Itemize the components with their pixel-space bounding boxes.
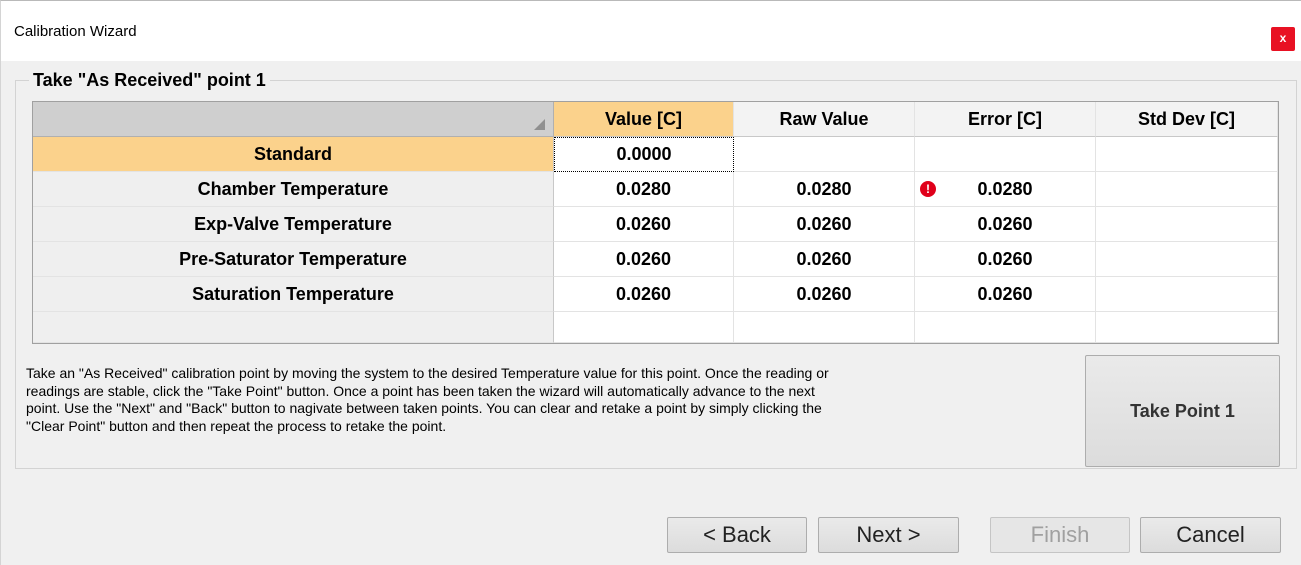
finish-button[interactable]: Finish <box>990 517 1130 553</box>
select-all-icon <box>534 119 545 130</box>
pre-saturator-value-cell[interactable]: 0.0260 <box>554 242 734 277</box>
exp-valve-stddev-cell[interactable] <box>1096 207 1278 242</box>
column-header-raw-value[interactable]: Raw Value <box>734 102 915 137</box>
column-header-value[interactable]: Value [C] <box>554 102 734 137</box>
row-header-pre-saturator-temperature[interactable]: Pre-Saturator Temperature <box>33 242 554 277</box>
saturation-value-cell[interactable]: 0.0260 <box>554 277 734 312</box>
pre-saturator-error-cell[interactable]: 0.0260 <box>915 242 1096 277</box>
back-button[interactable]: < Back <box>667 517 807 553</box>
pre-saturator-stddev-cell[interactable] <box>1096 242 1278 277</box>
close-button[interactable]: x <box>1271 27 1295 51</box>
groupbox-title: Take "As Received" point 1 <box>29 70 270 91</box>
saturation-raw-cell[interactable]: 0.0260 <box>734 277 915 312</box>
standard-value-cell[interactable]: 0.0000 <box>554 137 734 172</box>
empty-raw-cell[interactable] <box>734 312 915 343</box>
row-header-empty[interactable] <box>33 312 554 343</box>
chamber-raw-cell[interactable]: 0.0280 <box>734 172 915 207</box>
row-header-saturation-temperature[interactable]: Saturation Temperature <box>33 277 554 312</box>
title-bar: Calibration Wizard x <box>1 1 1301 61</box>
row-header-exp-valve-temperature[interactable]: Exp-Valve Temperature <box>33 207 554 242</box>
row-header-standard[interactable]: Standard <box>33 137 554 172</box>
empty-error-cell[interactable] <box>915 312 1096 343</box>
empty-value-cell[interactable] <box>554 312 734 343</box>
chamber-error-value: 0.0280 <box>977 178 1033 199</box>
cancel-button[interactable]: Cancel <box>1140 517 1281 553</box>
take-point-button[interactable]: Take Point 1 <box>1085 355 1280 467</box>
exp-valve-error-cell[interactable]: 0.0260 <box>915 207 1096 242</box>
calibration-grid: Value [C] Raw Value Error [C] Std Dev [C… <box>32 101 1279 344</box>
pre-saturator-raw-cell[interactable]: 0.0260 <box>734 242 915 277</box>
grid-corner-header[interactable] <box>33 102 554 137</box>
chamber-value-cell[interactable]: 0.0280 <box>554 172 734 207</box>
exp-valve-raw-cell[interactable]: 0.0260 <box>734 207 915 242</box>
empty-stddev-cell[interactable] <box>1096 312 1278 343</box>
standard-raw-cell[interactable] <box>734 137 915 172</box>
column-header-std-dev[interactable]: Std Dev [C] <box>1096 102 1278 137</box>
standard-error-cell[interactable] <box>915 137 1096 172</box>
saturation-error-cell[interactable]: 0.0260 <box>915 277 1096 312</box>
chamber-error-cell[interactable]: ! 0.0280 <box>915 172 1096 207</box>
row-header-chamber-temperature[interactable]: Chamber Temperature <box>33 172 554 207</box>
window-title: Calibration Wizard <box>14 23 137 40</box>
chamber-stddev-cell[interactable] <box>1096 172 1278 207</box>
error-icon: ! <box>920 181 936 197</box>
calibration-wizard-window: Calibration Wizard x Take "As Received" … <box>0 0 1301 565</box>
next-button[interactable]: Next > <box>818 517 959 553</box>
column-header-error[interactable]: Error [C] <box>915 102 1096 137</box>
exp-valve-value-cell[interactable]: 0.0260 <box>554 207 734 242</box>
saturation-stddev-cell[interactable] <box>1096 277 1278 312</box>
instructions-text: Take an "As Received" calibration point … <box>26 365 829 434</box>
standard-stddev-cell[interactable] <box>1096 137 1278 172</box>
